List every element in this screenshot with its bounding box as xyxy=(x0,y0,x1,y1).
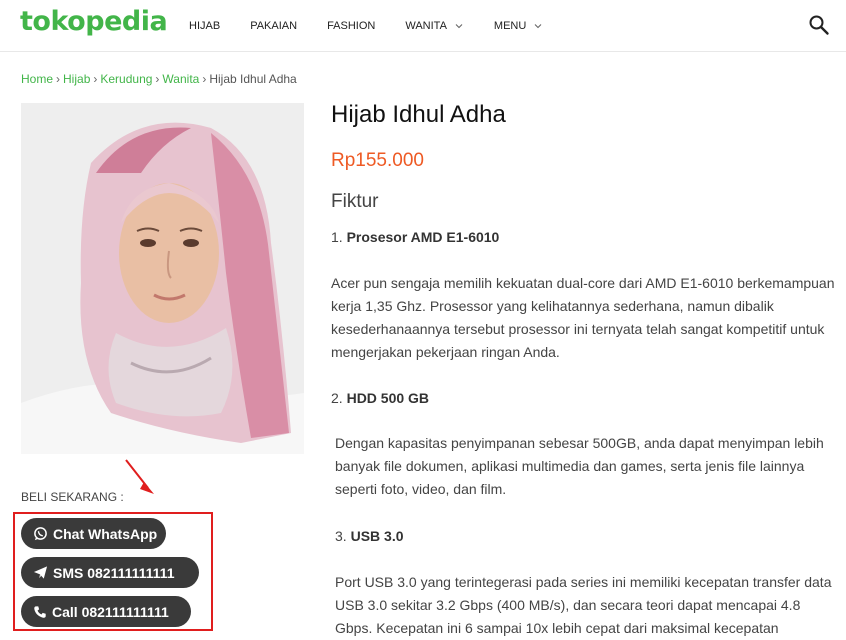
feature-number: 2. xyxy=(331,390,343,406)
product-image[interactable] xyxy=(21,103,304,454)
buy-now-label: BELI SEKARANG : xyxy=(21,490,124,504)
breadcrumb-separator: › xyxy=(155,72,160,86)
feature-heading: 1. Prosesor AMD E1-6010 xyxy=(331,226,836,249)
nav-item-menu[interactable]: MENU xyxy=(494,20,543,32)
nav-item-label: PAKAIAN xyxy=(250,20,298,32)
chevron-down-icon xyxy=(455,24,463,29)
breadcrumb: Home › Hijab › Kerudung › Wanita › Hijab Idhul A… xyxy=(21,72,297,86)
breadcrumb-link-wanita[interactable]: Wanita xyxy=(162,72,199,86)
button-label: SMS 082111111111 xyxy=(53,564,175,581)
button-label: Call 082111111111 xyxy=(52,603,169,620)
sms-button[interactable]: SMS 082111111111 xyxy=(21,557,199,588)
nav-item-label: FASHION xyxy=(327,20,376,32)
nav-item-fashion[interactable]: FASHION xyxy=(327,20,375,32)
breadcrumb-link-kerudung[interactable]: Kerudung xyxy=(100,72,152,86)
site-header: tokopedia HIJAB PAKAIAN FASHION WANITA M… xyxy=(0,0,846,52)
chevron-down-icon xyxy=(534,24,542,29)
whatsapp-icon xyxy=(34,527,47,541)
feature-body: Port USB 3.0 yang terintegerasi pada ser… xyxy=(335,574,832,636)
product-title: Hijab Idhul Adha xyxy=(331,101,506,128)
paper-plane-icon xyxy=(33,566,48,579)
breadcrumb-current: Hijab Idhul Adha xyxy=(209,72,297,86)
breadcrumb-separator: › xyxy=(202,72,207,86)
nav-item-hijab[interactable]: HIJAB xyxy=(189,20,220,32)
breadcrumb-separator: › xyxy=(56,72,61,86)
feature-number: 3. xyxy=(335,528,347,544)
feature-body: Dengan kapasitas penyimpanan sebesar 500… xyxy=(335,435,824,497)
nav-item-label: MENU xyxy=(493,20,527,32)
feature-title: Prosesor AMD E1-6010 xyxy=(346,229,500,245)
feature-title: HDD 500 GB xyxy=(346,390,430,406)
nav-item-pakaian[interactable]: PAKAIAN xyxy=(250,20,297,32)
breadcrumb-separator: › xyxy=(93,72,98,86)
chat-whatsapp-button[interactable]: Chat WhatsApp xyxy=(21,518,166,549)
call-button[interactable]: Call 082111111111 xyxy=(21,596,191,627)
site-logo[interactable]: tokopedia xyxy=(20,6,168,37)
nav-item-label: WANITA xyxy=(405,20,447,32)
main-nav: HIJAB PAKAIAN FASHION WANITA MENU xyxy=(189,0,573,52)
button-label: Chat WhatsApp xyxy=(53,525,158,542)
feature-heading: 3. USB 3.0 xyxy=(331,525,836,548)
breadcrumb-link-home[interactable]: Home xyxy=(21,72,53,86)
hijab-model-photo xyxy=(21,103,304,454)
search-icon[interactable] xyxy=(808,14,830,36)
product-price: Rp155.000 xyxy=(331,150,424,171)
feature-heading: 2. HDD 500 GB xyxy=(331,387,836,410)
feature-number: 1. xyxy=(331,229,343,245)
breadcrumb-link-hijab[interactable]: Hijab xyxy=(63,72,90,86)
nav-item-wanita[interactable]: WANITA xyxy=(405,20,464,32)
section-heading: Fiktur xyxy=(331,191,379,212)
feature-title: USB 3.0 xyxy=(350,528,404,544)
arrow-annotation-icon xyxy=(125,459,154,494)
nav-item-label: HIJAB xyxy=(189,20,221,32)
phone-icon xyxy=(34,605,46,618)
feature-body: Acer pun sengaja memilih kekuatan dual-c… xyxy=(331,275,835,360)
